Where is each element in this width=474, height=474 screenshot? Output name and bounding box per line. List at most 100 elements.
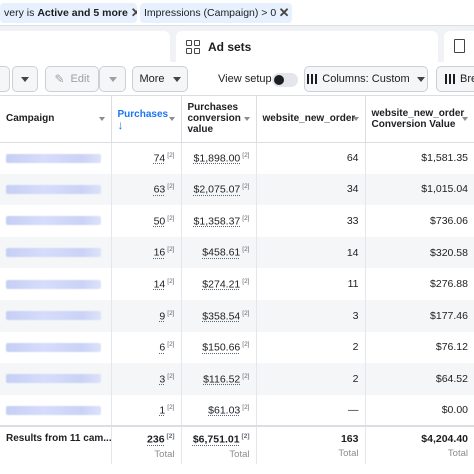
pencil-icon: ✎ <box>54 72 65 86</box>
purchases-value[interactable]: 3 <box>159 373 165 385</box>
more-button[interactable]: More <box>132 66 188 92</box>
footnote-marker: [2] <box>166 433 175 441</box>
column-header-website-new-order[interactable]: website_new_order <box>256 96 366 143</box>
purchases-value[interactable]: 74 <box>154 152 166 164</box>
purchases-value[interactable]: 50 <box>154 215 166 227</box>
breakdown-icon <box>445 74 455 84</box>
redacted-campaign-name <box>6 405 101 415</box>
campaign-name-cell[interactable] <box>0 331 112 364</box>
column-header-website-new-order-value[interactable]: website_new_order Conversion Value <box>365 96 474 143</box>
purchases-conversion-value[interactable]: $1,898.00 <box>194 152 241 164</box>
purchases-conversion-value[interactable]: $274.21 <box>202 278 240 290</box>
campaign-name-cell[interactable] <box>0 268 112 300</box>
table-row[interactable]: 16 [2] $458.61 [2] 14 $320.58 <box>0 236 474 269</box>
filter-chip-delivery-value: Active and 5 more <box>37 7 128 19</box>
table-row[interactable]: 9 [2] $358.54 [2] 3 $177.46 <box>0 299 474 332</box>
purchases-value[interactable]: 14 <box>154 278 166 290</box>
edit-button[interactable]: ✎ Edit <box>45 66 99 92</box>
duplicate-button[interactable] <box>0 66 10 92</box>
website-new-order-value-cell: $76.12 <box>365 331 474 364</box>
footnote-marker: [2] <box>167 246 175 254</box>
purchases-value[interactable]: 63 <box>154 184 166 196</box>
purchases-conversion-value[interactable]: $1,358.37 <box>194 215 241 227</box>
chevron-down-icon <box>21 76 29 82</box>
campaign-name-cell[interactable] <box>0 142 112 174</box>
tab-ad-sets[interactable]: Ad sets <box>176 31 438 62</box>
campaign-name-cell[interactable] <box>0 173 112 206</box>
total-sublabel: Total <box>338 448 359 460</box>
column-header-purchases[interactable]: Purchases ↓ <box>111 96 182 143</box>
purchases-cell: 6 [2] <box>111 331 182 364</box>
tab-ad-sets-label: Ad sets <box>208 39 252 54</box>
redacted-campaign-name <box>6 248 101 258</box>
view-setup-toggle[interactable] <box>272 73 298 87</box>
chevron-down-icon <box>108 76 117 82</box>
purchases-conversion-value-cell: $358.54 [2] <box>181 299 257 332</box>
chevron-down-icon <box>352 117 359 121</box>
footnote-marker: [2] <box>242 309 250 317</box>
total-purchases-value[interactable]: $6,751.01 <box>193 434 240 446</box>
footnote-marker: [2] <box>242 372 250 380</box>
footnote-marker: [2] <box>242 151 250 159</box>
purchases-cell: 16 [2] <box>111 236 182 269</box>
table-row[interactable]: 74 [2] $1,898.00 [2] 64 $1,581.35 <box>0 142 474 174</box>
total-purchases[interactable]: 236 <box>147 434 165 446</box>
purchases-conversion-value[interactable]: $61.03 <box>208 404 240 416</box>
website-new-order-value-cell: $320.58 <box>365 236 474 269</box>
table-row[interactable]: 3 [2] $116.52 [2] 2 $64.52 <box>0 363 474 395</box>
column-header-campaign[interactable]: Campaign <box>0 96 112 143</box>
purchases-value[interactable]: 1 <box>159 404 165 416</box>
campaign-name-cell[interactable] <box>0 236 112 269</box>
purchases-value[interactable]: 16 <box>154 247 166 259</box>
table-row[interactable]: 1 [2] $61.03 [2] — $0.00 <box>0 394 474 427</box>
purchases-conversion-value[interactable]: $458.61 <box>202 247 240 259</box>
purchases-value[interactable]: 9 <box>159 310 165 322</box>
edit-dropdown-button[interactable] <box>99 66 126 92</box>
filter-chip-delivery[interactable]: very is Active and 5 more ✕ <box>0 3 137 23</box>
close-icon[interactable]: ✕ <box>131 5 137 21</box>
website-new-order-cell: 33 <box>256 205 366 237</box>
table-row[interactable]: 14 [2] $274.21 [2] 11 $276.88 <box>0 268 474 300</box>
campaign-name-cell[interactable] <box>0 363 112 395</box>
tab-ads[interactable] <box>444 31 474 62</box>
column-header-website-new-order-value-label: website_new_order Conversion Value <box>371 107 465 130</box>
columns-button[interactable]: Columns: Custom <box>304 66 428 92</box>
redacted-campaign-name <box>6 279 101 289</box>
column-header-website-new-order-label: website_new_order <box>262 113 356 125</box>
footnote-marker: [2] <box>242 214 250 222</box>
sort-descending-icon: ↓ <box>117 118 124 132</box>
table-body: 74 [2] $1,898.00 [2] 64 $1,581.35 63 [2] $2,075.… <box>0 142 474 465</box>
breakdown-button[interactable]: Bre <box>436 66 474 92</box>
purchases-conversion-value[interactable]: $150.66 <box>202 342 240 354</box>
filter-chip-impressions[interactable]: Impressions (Campaign) > 0 ✕ <box>140 3 292 23</box>
campaign-name-cell[interactable] <box>0 205 112 237</box>
filter-chip-delivery-prefix: very is <box>4 7 35 19</box>
totals-row: Results from 11 cam... 236 [2] Total $6,751.… <box>0 425 474 465</box>
campaign-name-cell[interactable] <box>0 299 112 332</box>
website-new-order-cell: — <box>256 394 366 427</box>
purchases-conversion-value[interactable]: $116.52 <box>203 373 240 385</box>
column-header-purchases-value[interactable]: Purchases conversion value <box>181 96 257 143</box>
campaign-name-cell[interactable] <box>0 394 112 427</box>
purchases-cell: 63 [2] <box>111 173 182 206</box>
footnote-marker: [2] <box>242 246 250 254</box>
duplicate-dropdown-button[interactable] <box>12 66 38 92</box>
purchases-conversion-value-cell: $150.66 [2] <box>181 331 257 364</box>
footnote-marker: [2] <box>242 341 250 349</box>
purchases-conversion-value[interactable]: $358.54 <box>202 310 240 322</box>
close-icon[interactable]: ✕ <box>276 5 292 21</box>
table-row[interactable]: 6 [2] $150.66 [2] 2 $76.12 <box>0 331 474 364</box>
tab-campaigns[interactable] <box>0 31 170 62</box>
total-website-new-order-value-cell: $4,204.40 Total <box>365 425 474 465</box>
footnote-marker: [2] <box>167 183 175 191</box>
website-new-order-cell: 11 <box>256 268 366 300</box>
columns-label: Columns: Custom <box>322 73 410 85</box>
purchases-value[interactable]: 6 <box>159 342 165 354</box>
table-row[interactable]: 63 [2] $2,075.07 [2] 34 $1,015.04 <box>0 173 474 206</box>
toolbar: ✎ Edit More View setup Columns: Custom B… <box>0 62 474 96</box>
filter-chip-impressions-label: Impressions (Campaign) > 0 <box>144 7 277 19</box>
purchases-conversion-value[interactable]: $2,075.07 <box>194 184 241 196</box>
breakdown-label: Bre <box>460 73 474 85</box>
website-new-order-cell: 2 <box>256 363 366 395</box>
table-row[interactable]: 50 [2] $1,358.37 [2] 33 $736.06 <box>0 205 474 237</box>
